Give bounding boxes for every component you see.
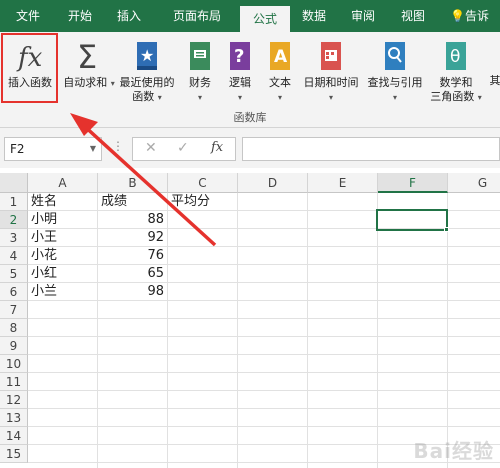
- cell-b2[interactable]: 88: [98, 211, 168, 229]
- column-header-a[interactable]: A: [28, 173, 98, 193]
- svg-text:★: ★: [140, 46, 154, 65]
- svg-text:?: ?: [234, 46, 244, 67]
- column-header-f[interactable]: F: [378, 173, 448, 193]
- tab-data[interactable]: 数据: [290, 0, 338, 32]
- column-header-e[interactable]: E: [308, 173, 378, 193]
- row-header-5[interactable]: 5: [0, 265, 28, 283]
- formula-buttons: ✕ ✓ fx: [132, 137, 236, 161]
- cancel-icon[interactable]: ✕: [145, 140, 157, 156]
- sigma-icon: Σ: [77, 38, 97, 74]
- autosum-button[interactable]: Σ 自动求和 ▾: [62, 38, 116, 91]
- cell-a4[interactable]: 小花: [28, 247, 98, 265]
- theta-book-icon: θ: [446, 42, 466, 70]
- cell-b1[interactable]: 成绩: [98, 193, 168, 211]
- finance-button[interactable]: 财务 ▾: [182, 38, 218, 105]
- spreadsheet-grid: A B C D E F G 1 2 3 4 5 6 7 8 9 10 11 12…: [0, 173, 500, 468]
- row-header-6[interactable]: 6: [0, 283, 28, 301]
- tell-me-search[interactable]: 💡告诉我: [450, 0, 500, 55]
- lookup-reference-label: 查找与引用: [367, 76, 423, 89]
- row-header-10[interactable]: 10: [0, 355, 28, 373]
- cell-b4[interactable]: 76: [98, 247, 168, 265]
- recent-functions-label: 最近使用的: [119, 76, 175, 89]
- insert-function-fx-icon[interactable]: fx: [211, 140, 223, 155]
- cell-b6[interactable]: 98: [98, 283, 168, 301]
- name-box-value: F2: [10, 142, 25, 156]
- column-header-b[interactable]: B: [98, 173, 168, 193]
- math-trig-label: 数学和: [439, 76, 473, 89]
- search-book-icon: [385, 42, 405, 70]
- column-header-c[interactable]: C: [168, 173, 238, 193]
- autosum-label: 自动求和: [63, 76, 108, 89]
- formula-bar: F2 ▼ ⋮ ✕ ✓ fx: [0, 128, 500, 168]
- tab-home[interactable]: 开始: [56, 0, 104, 32]
- cell-b3[interactable]: 92: [98, 229, 168, 247]
- fill-handle[interactable]: [444, 227, 449, 232]
- date-time-button[interactable]: 日期和时间 ▾: [300, 38, 362, 105]
- tab-view[interactable]: 视图: [388, 0, 438, 32]
- recent-functions-button[interactable]: ★ 最近使用的 函数 ▾: [116, 38, 178, 105]
- row-header-4[interactable]: 4: [0, 247, 28, 265]
- cell-a5[interactable]: 小红: [28, 265, 98, 283]
- row-header-9[interactable]: 9: [0, 337, 28, 355]
- tab-review[interactable]: 审阅: [338, 0, 388, 32]
- calendar-book-icon: [321, 42, 341, 70]
- cell-a6[interactable]: 小兰: [28, 283, 98, 301]
- insert-function-highlight: [1, 33, 58, 103]
- svg-text:θ: θ: [450, 47, 460, 67]
- svg-text:A: A: [274, 47, 288, 67]
- math-trig-button[interactable]: θ 数学和 三角函数 ▾: [428, 38, 484, 105]
- finance-book-icon: [190, 42, 210, 70]
- chevron-down-icon[interactable]: ▼: [90, 138, 96, 160]
- column-header-d[interactable]: D: [238, 173, 308, 193]
- more-functions-label: 其: [489, 74, 500, 87]
- row-header-11[interactable]: 11: [0, 373, 28, 391]
- active-cell-f2[interactable]: [376, 209, 448, 231]
- row-header-8[interactable]: 8: [0, 319, 28, 337]
- lightbulb-icon: 💡: [450, 9, 465, 23]
- cell-a2[interactable]: 小明: [28, 211, 98, 229]
- cell-a1[interactable]: 姓名: [28, 193, 98, 211]
- cell-a3[interactable]: 小王: [28, 229, 98, 247]
- row-header-3[interactable]: 3: [0, 229, 28, 247]
- finance-label: 财务: [189, 76, 211, 89]
- name-box[interactable]: F2 ▼: [4, 137, 102, 161]
- tab-formulas[interactable]: 公式: [240, 6, 290, 32]
- row-header-2[interactable]: 2: [0, 211, 28, 229]
- text-label: 文本: [269, 76, 291, 89]
- formula-bar-splitter[interactable]: ⋮: [112, 139, 124, 153]
- row-header-12[interactable]: 12: [0, 391, 28, 409]
- text-book-icon: A: [270, 42, 290, 70]
- lookup-reference-button[interactable]: 查找与引用 ▾: [364, 38, 426, 105]
- date-time-label: 日期和时间: [303, 76, 359, 89]
- math-trig-label-2: 三角函数: [430, 90, 475, 103]
- formula-input[interactable]: [242, 137, 500, 161]
- row-header-15[interactable]: 15: [0, 445, 28, 463]
- question-book-icon: ?: [230, 42, 250, 70]
- svg-text:Σ: Σ: [77, 38, 97, 74]
- row-header-14[interactable]: 14: [0, 427, 28, 445]
- cell-b5[interactable]: 65: [98, 265, 168, 283]
- column-header-g[interactable]: G: [448, 173, 500, 193]
- tab-insert[interactable]: 插入: [104, 0, 154, 32]
- ribbon-tab-bar: 文件 开始 插入 页面布局 公式 数据 审阅 视图 💡告诉我: [0, 0, 500, 55]
- more-functions-button[interactable]: 其: [488, 74, 500, 88]
- function-library-group-label: 函数库: [233, 111, 267, 124]
- tab-file[interactable]: 文件: [0, 0, 56, 32]
- watermark: Bai经验: [413, 439, 494, 463]
- logical-button[interactable]: ? 逻辑 ▾: [222, 38, 258, 105]
- recent-functions-label-2: 函数: [132, 90, 155, 103]
- tab-page-layout[interactable]: 页面布局: [158, 0, 236, 32]
- star-book-icon: ★: [137, 42, 157, 70]
- enter-icon[interactable]: ✓: [177, 140, 189, 156]
- row-header-13[interactable]: 13: [0, 409, 28, 427]
- row-header-7[interactable]: 7: [0, 301, 28, 319]
- select-all-corner[interactable]: [0, 173, 28, 193]
- formulas-ribbon: fx 插入函数 Σ 自动求和 ▾ ★ 最近使用的 函数 ▾ 财务 ▾ ? 逻辑 ▾ …: [0, 32, 500, 128]
- logical-label: 逻辑: [229, 76, 251, 89]
- cell-c1[interactable]: 平均分: [168, 193, 238, 211]
- row-header-1[interactable]: 1: [0, 193, 28, 211]
- text-button[interactable]: A 文本 ▾: [262, 38, 298, 105]
